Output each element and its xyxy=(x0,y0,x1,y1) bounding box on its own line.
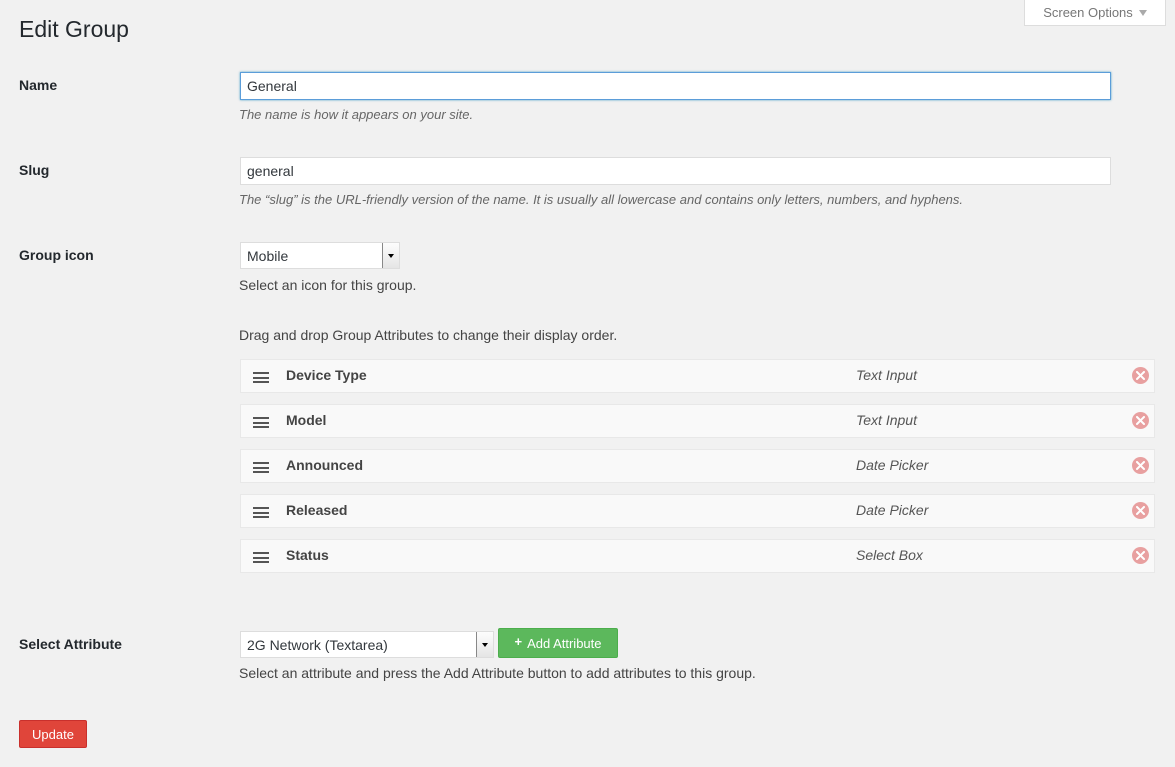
attribute-type: Select Box xyxy=(856,547,923,563)
name-input[interactable] xyxy=(240,72,1111,100)
attribute-row[interactable]: Released Date Picker xyxy=(240,494,1155,528)
attribute-name: Announced xyxy=(286,457,363,473)
group-icon-selected-value: Mobile xyxy=(247,247,289,264)
remove-icon[interactable] xyxy=(1132,457,1149,474)
drag-handle-icon[interactable] xyxy=(253,462,269,473)
drag-handle-icon[interactable] xyxy=(253,417,269,428)
drag-handle-icon[interactable] xyxy=(253,552,269,563)
dropdown-arrow-icon[interactable] xyxy=(382,243,399,268)
triangle-down-icon xyxy=(1138,10,1147,16)
update-button[interactable]: Update xyxy=(19,720,87,748)
attribute-row[interactable]: Model Text Input xyxy=(240,404,1155,438)
group-icon-label: Group icon xyxy=(19,247,94,263)
attribute-name: Status xyxy=(286,547,329,563)
add-attribute-button[interactable]: + Add Attribute xyxy=(498,628,618,658)
attribute-type: Date Picker xyxy=(856,502,929,518)
select-attribute-description: Select an attribute and press the Add At… xyxy=(239,665,756,681)
remove-icon[interactable] xyxy=(1132,547,1149,564)
slug-input[interactable] xyxy=(240,157,1111,185)
attribute-type: Text Input xyxy=(856,367,917,383)
remove-icon[interactable] xyxy=(1132,502,1149,519)
attribute-select[interactable]: 2G Network (Textarea) xyxy=(240,631,494,658)
attribute-name: Released xyxy=(286,502,348,518)
dropdown-arrow-icon[interactable] xyxy=(476,632,493,657)
slug-label: Slug xyxy=(19,162,50,178)
plus-icon: + xyxy=(514,634,523,649)
screen-options-toggle[interactable]: Screen Options xyxy=(1024,0,1166,26)
name-description: The name is how it appears on your site. xyxy=(239,107,474,122)
screen-options-label: Screen Options xyxy=(1043,5,1133,20)
remove-icon[interactable] xyxy=(1132,367,1149,384)
attribute-row[interactable]: Device Type Text Input xyxy=(240,359,1155,393)
add-attribute-label: Add Attribute xyxy=(527,635,602,651)
attribute-list: Device Type Text Input Model Text Input … xyxy=(240,359,1155,584)
attribute-row[interactable]: Status Select Box xyxy=(240,539,1155,573)
attribute-row[interactable]: Announced Date Picker xyxy=(240,449,1155,483)
attribute-type: Text Input xyxy=(856,412,917,428)
drag-handle-icon[interactable] xyxy=(253,507,269,518)
slug-description: The “slug” is the URL-friendly version o… xyxy=(239,192,964,207)
group-icon-select[interactable]: Mobile xyxy=(240,242,400,269)
group-icon-description: Select an icon for this group. xyxy=(239,277,417,293)
attributes-instructions: Drag and drop Group Attributes to change… xyxy=(239,327,618,343)
drag-handle-icon[interactable] xyxy=(253,372,269,383)
page-title: Edit Group xyxy=(19,16,129,42)
name-label: Name xyxy=(19,77,58,93)
attribute-name: Device Type xyxy=(286,367,367,383)
select-attribute-label: Select Attribute xyxy=(19,636,122,652)
attribute-name: Model xyxy=(286,412,327,428)
remove-icon[interactable] xyxy=(1132,412,1149,429)
attribute-type: Date Picker xyxy=(856,457,929,473)
attribute-select-value: 2G Network (Textarea) xyxy=(247,636,388,653)
